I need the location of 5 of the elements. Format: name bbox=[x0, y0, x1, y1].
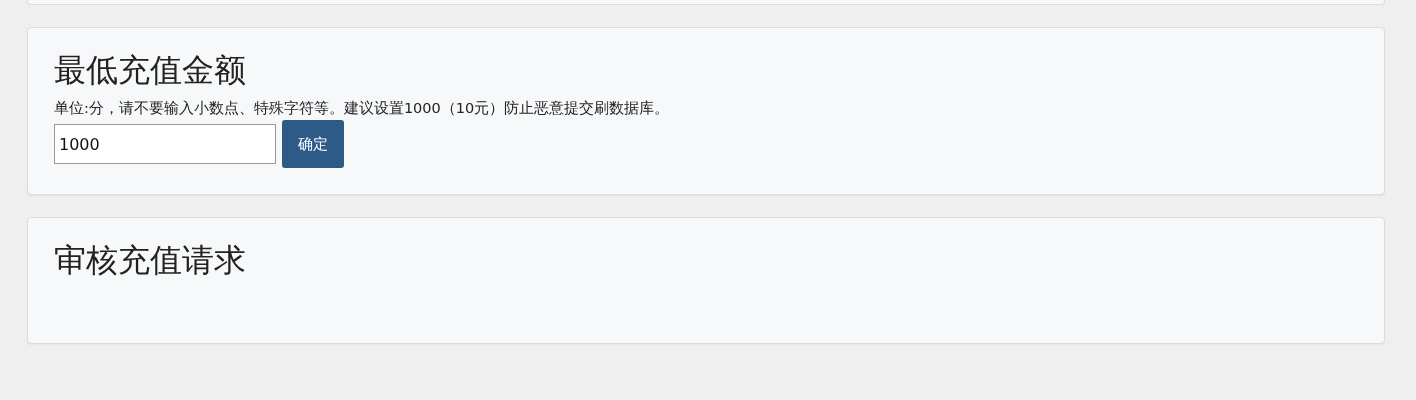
section-title: 审核充值请求 bbox=[54, 240, 247, 280]
confirm-button[interactable]: 确定 bbox=[282, 120, 344, 168]
amount-field[interactable]: 1000 bbox=[54, 124, 276, 164]
section-title: 最低充值金额 bbox=[54, 50, 247, 90]
hint-text: 单位:分，请不要输入小数点、特殊字符等。建议设置1000（10元）防止恶意提交刷数据库。 bbox=[54, 99, 671, 118]
